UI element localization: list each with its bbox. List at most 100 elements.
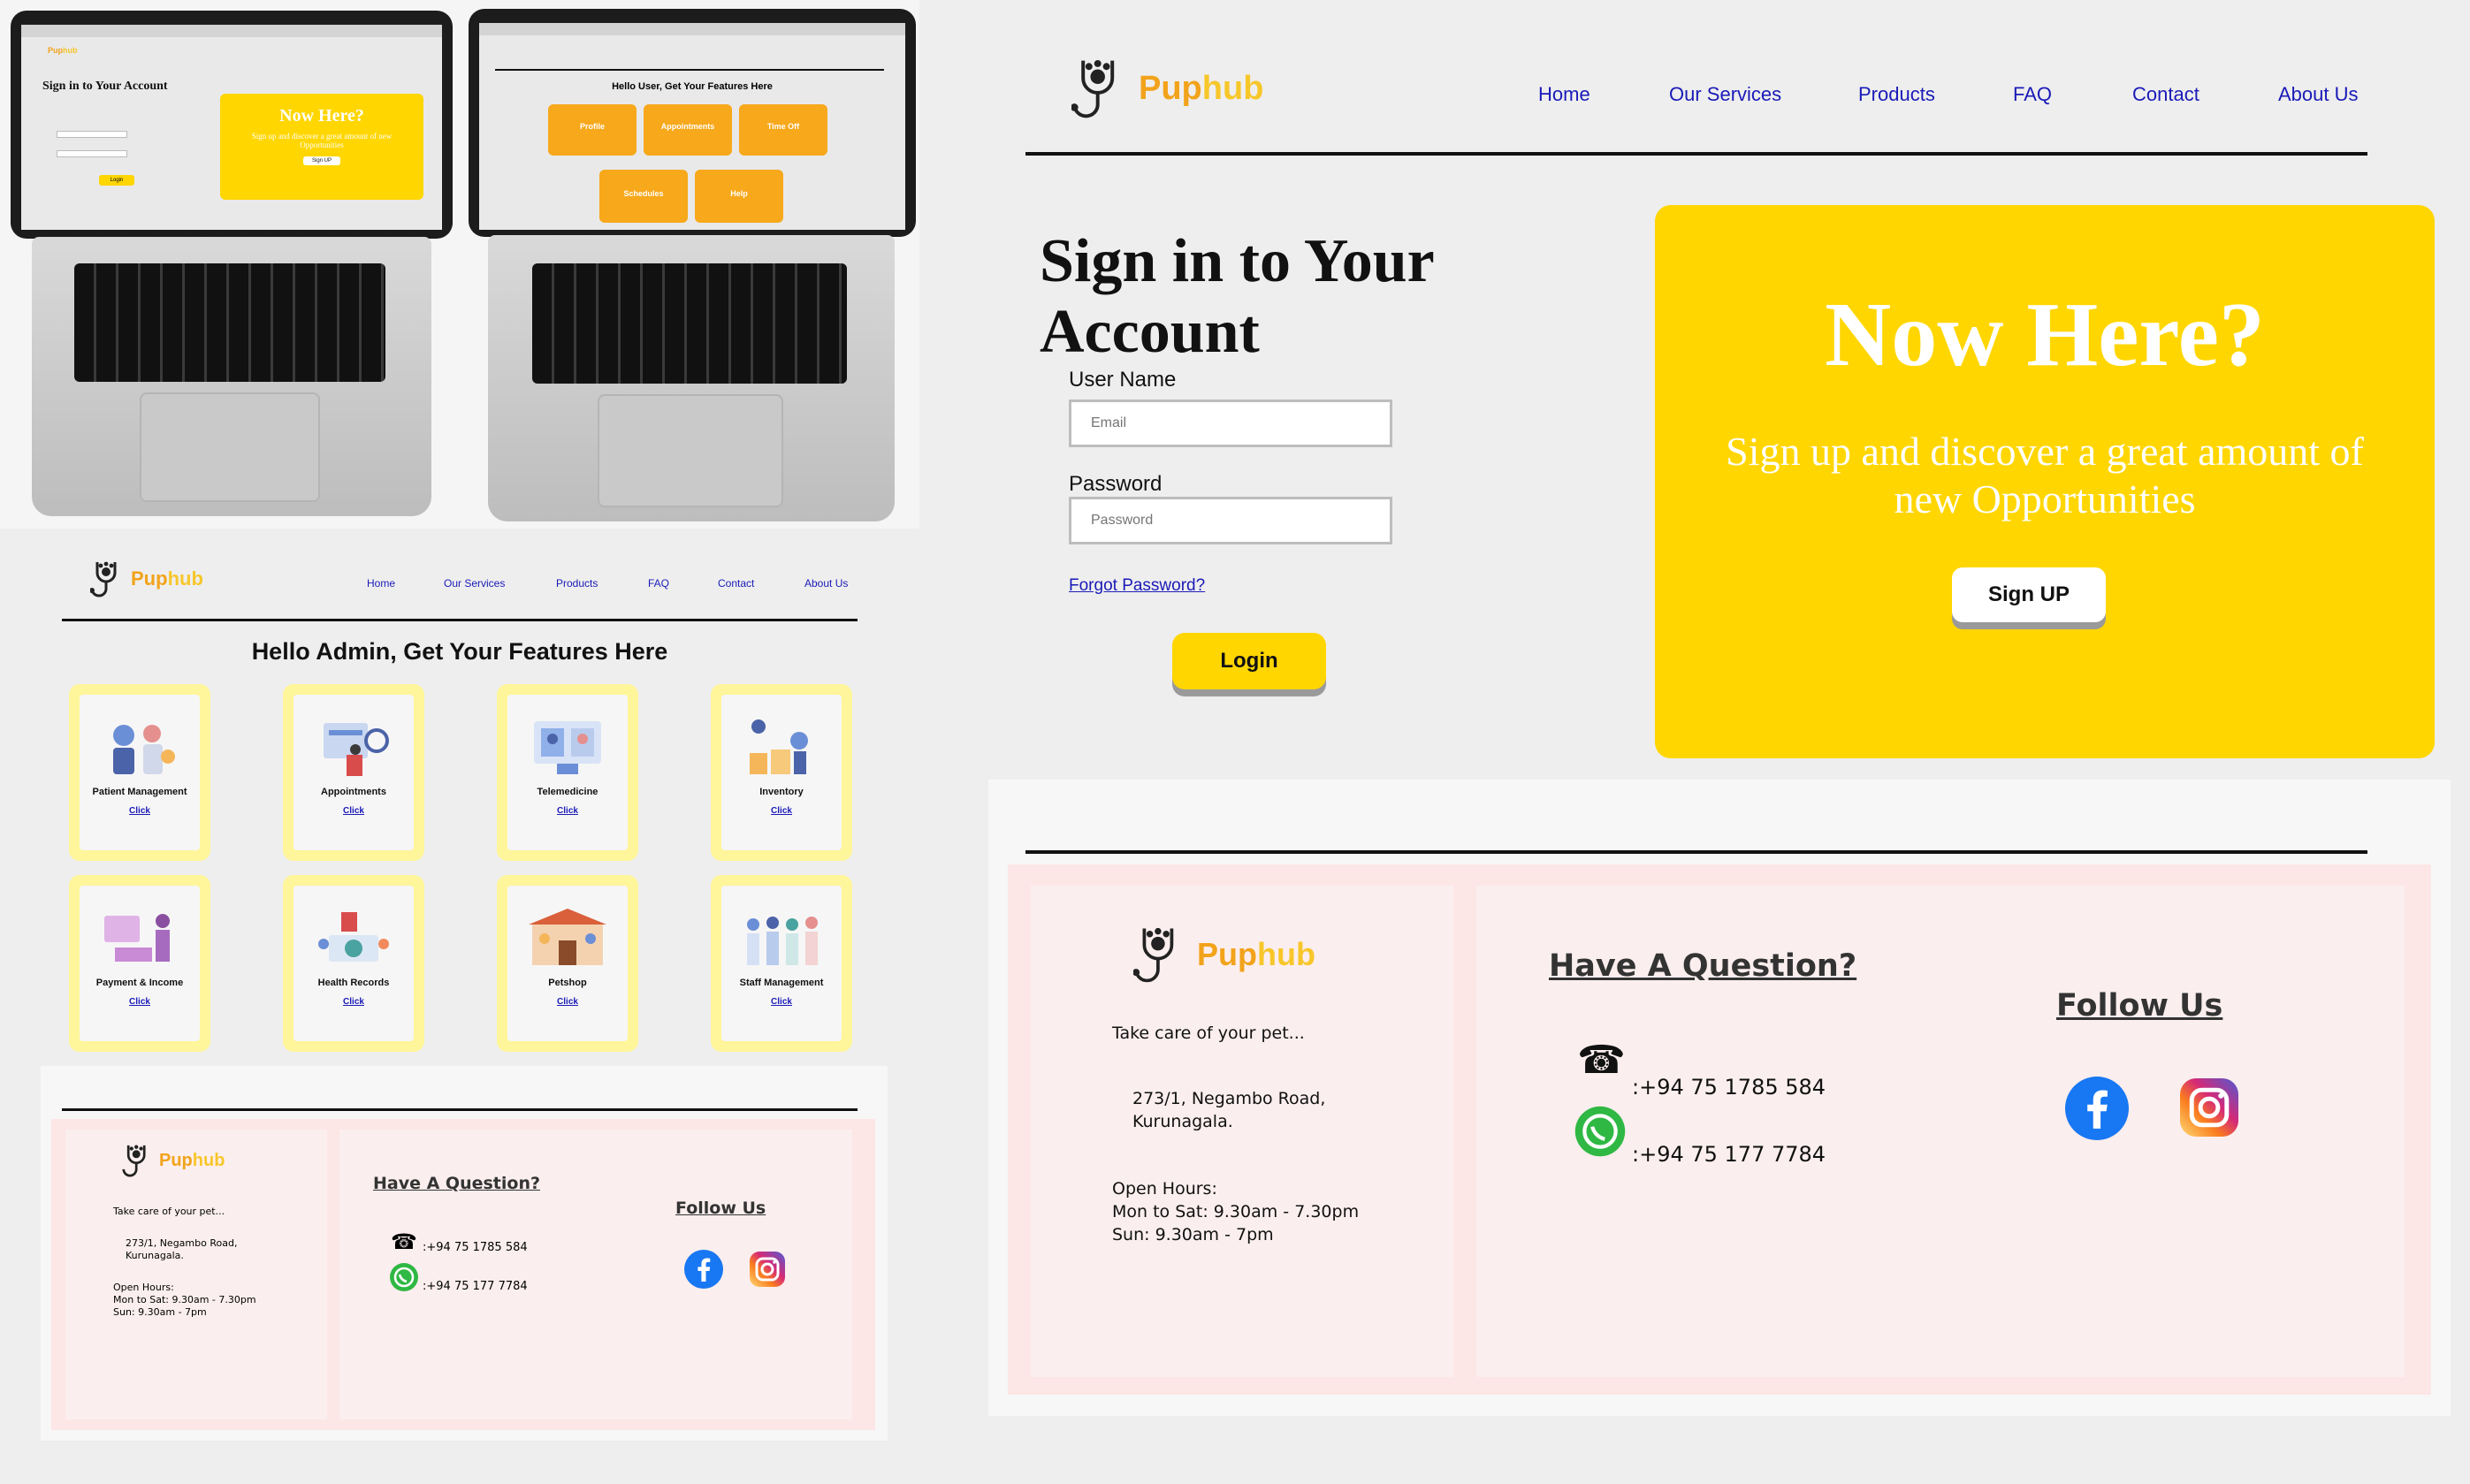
card-title: Telemedicine [537,787,598,797]
admin-footer-wrapper: Puphub Take care of your pet... 273/1, N… [41,1066,888,1441]
username-input[interactable] [1069,400,1392,447]
footer-phone[interactable]: :+94 75 1785 584 [1632,1075,1826,1100]
stethoscope-paw-logo-icon [122,1145,146,1177]
forgot-password-link[interactable]: Forgot Password? [1069,576,1205,596]
facebook-icon[interactable] [2065,1077,2129,1140]
signup-button[interactable]: Sign UP [1952,567,2106,622]
laptop-left-screen: Pup hub Sign in to Your Account Login Now… [21,25,442,230]
telephone-icon: ☎ [1577,1039,1626,1082]
logo-hub: hub [63,46,78,55]
petshop-illustration-icon [529,909,606,965]
card-click-link[interactable]: Click [771,806,792,816]
password-label: Password [1069,472,1163,496]
signup-text: Sign up and discover a great amount of n… [1726,429,2364,521]
mock-tile-appointments: Appointments [644,104,732,156]
admin-logo[interactable]: Puphub [90,559,203,599]
card-petshop[interactable]: Petshop Click [497,875,638,1052]
laptop-right-keyboard [532,263,847,384]
health-records-illustration-icon [318,912,389,962]
mock-tile-timeoff: Time Off [739,104,827,156]
footer-tagline: Take care of your pet... [1112,1024,1305,1043]
admin-nav-home[interactable]: Home [367,577,395,590]
admin-footer-hours-title: Open Hours: [113,1282,174,1293]
admin-nav-faq[interactable]: FAQ [648,577,669,590]
admin-footer-whatsapp[interactable]: :+94 75 177 7784 [423,1280,528,1293]
admin-nav-contact[interactable]: Contact [718,577,754,590]
card-click-link[interactable]: Click [343,997,364,1007]
admin-page: Puphub Home Our Services Products FAQ Co… [0,529,919,1484]
nav-home[interactable]: Home [1538,83,1590,106]
admin-footer-question-title: Have A Question? [373,1174,540,1193]
admin-footer-logo[interactable]: Puphub [122,1142,225,1179]
stethoscope-paw-logo-icon [90,561,117,597]
admin-footer-phone[interactable]: :+94 75 1785 584 [423,1241,528,1254]
whatsapp-icon[interactable] [389,1262,419,1292]
nav-about-us[interactable]: About Us [2278,83,2359,106]
card-title: Appointments [321,787,386,797]
facebook-icon[interactable] [684,1250,723,1289]
footer-logo-hub: hub [1257,936,1315,972]
card-click-link[interactable]: Click [129,997,150,1007]
footer-address-line2: Kurunagala. [1132,1112,1233,1131]
login-logo[interactable]: Puphub [1071,55,1263,122]
footer-whatsapp[interactable]: :+94 75 177 7784 [1632,1142,1826,1167]
payment-income-illustration-icon [104,914,170,962]
card-click-link[interactable]: Click [557,806,578,816]
password-input[interactable] [1069,497,1392,544]
card-health-records[interactable]: Health Records Click [283,875,424,1052]
card-staff-management[interactable]: Staff Management Click [711,875,852,1052]
card-title: Patient Management [92,787,187,797]
card-telemedicine[interactable]: Telemedicine Click [497,684,638,861]
patient-management-illustration-icon [113,725,175,774]
instagram-icon[interactable] [2180,1078,2238,1137]
admin-nav-services[interactable]: Our Services [444,577,505,590]
footer-logo[interactable]: Puphub [1133,923,1315,986]
laptop-right-trackpad [598,394,783,507]
appointments-illustration-icon [324,723,389,776]
card-click-link[interactable]: Click [129,806,150,816]
whatsapp-icon[interactable] [1574,1105,1627,1158]
card-click-link[interactable]: Click [343,806,364,816]
admin-footer-hours-weekday: Mon to Sat: 9.30am - 7.30pm [113,1294,256,1305]
admin-logo-hub: hub [167,567,203,590]
nav-products[interactable]: Products [1858,83,1935,106]
mock-tile-schedules: Schedules [599,170,688,223]
mock-user-heading: Hello User, Get Your Features Here [612,81,773,92]
signin-title-line1: Sign in to Your [1040,227,1435,295]
card-title: Payment & Income [95,978,184,988]
login-button[interactable]: Login [1172,633,1326,689]
footer-question-title: Have A Question? [1549,948,1857,984]
admin-logo-pup: Pup [131,567,168,590]
card-click-link[interactable]: Click [557,997,578,1007]
username-label: User Name [1069,368,1177,392]
instagram-icon[interactable] [750,1252,785,1287]
card-payment-income[interactable]: Payment & Income Click [69,875,210,1052]
stethoscope-paw-logo-icon [1071,59,1115,118]
admin-footer-address1: 273/1, Negambo Road, [126,1237,238,1249]
logo-pup: Pup [48,46,63,55]
telemedicine-illustration-icon [534,721,601,774]
nav-contact[interactable]: Contact [2132,83,2199,106]
footer-follow-title: Follow Us [2056,988,2223,1024]
card-title: Inventory [759,787,804,797]
admin-nav-about[interactable]: About Us [804,577,848,590]
mock-signup-button: Sign UP [302,156,340,165]
telephone-icon: ☎ [391,1230,417,1254]
admin-footer-hours-sunday: Sun: 9.30am - 7pm [113,1306,207,1318]
card-appointments[interactable]: Appointments Click [283,684,424,861]
admin-nav-products[interactable]: Products [556,577,598,590]
admin-footer: Puphub Take care of your pet... 273/1, N… [51,1119,875,1430]
admin-heading: Hello Admin, Get Your Features Here [251,638,668,665]
mock-login-button: Login [99,175,134,186]
card-patient-management[interactable]: Patient Management Click [69,684,210,861]
mock-tile-help: Help [695,170,783,223]
card-inventory[interactable]: Inventory Click [711,684,852,861]
staff-management-illustration-icon [747,917,818,965]
nav-our-services[interactable]: Our Services [1669,83,1781,106]
laptop-right-screen: Hello User, Get Your Features Here Profi… [479,23,905,230]
login-logo-pup: Pup [1139,69,1202,107]
card-click-link[interactable]: Click [771,997,792,1007]
nav-faq[interactable]: FAQ [2013,83,2052,106]
card-title: Staff Management [739,978,824,988]
signup-title: Now Here? [1825,284,2265,385]
